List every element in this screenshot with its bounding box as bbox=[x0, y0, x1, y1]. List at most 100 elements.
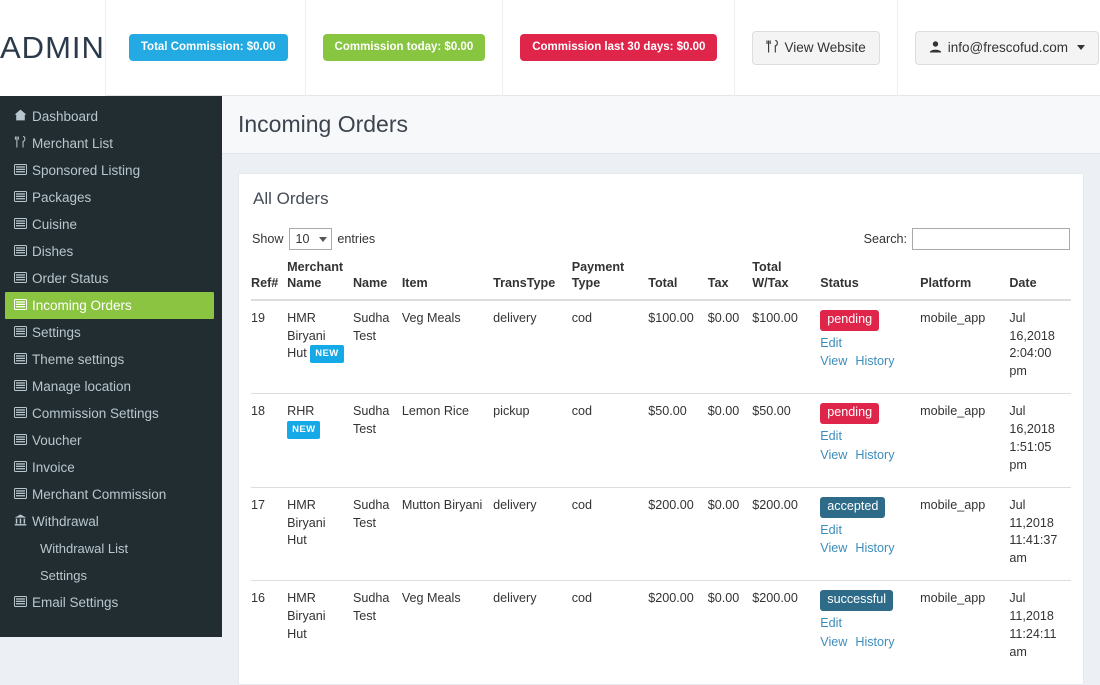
sidebar-item-voucher[interactable]: Voucher bbox=[0, 427, 222, 454]
merchant-name-text: HMR Biryani Hut bbox=[287, 591, 326, 641]
history-link[interactable]: History bbox=[855, 447, 894, 465]
sidebar-item-dishes[interactable]: Dishes bbox=[0, 238, 222, 265]
sidebar-item-invoice[interactable]: Invoice bbox=[0, 454, 222, 481]
column-header-status[interactable]: Status bbox=[820, 259, 921, 301]
edit-link[interactable]: Edit bbox=[820, 522, 842, 540]
sidebar-item-cuisine[interactable]: Cuisine bbox=[0, 211, 222, 238]
commission-today-badge: Commission today: $0.00 bbox=[322, 34, 486, 61]
cell-status: successful Edit View History bbox=[820, 580, 921, 674]
column-header-line2: Item bbox=[401, 276, 428, 291]
entries-per-page-select[interactable]: 10 bbox=[288, 228, 333, 250]
sidebar-item-label: Settings bbox=[40, 568, 87, 583]
cell-date: Jul 11,2018 11:41:37 am bbox=[1009, 486, 1071, 581]
view-history-row: View History bbox=[820, 447, 914, 465]
list-icon bbox=[14, 460, 32, 475]
sidebar-item-incoming-orders[interactable]: Incoming Orders bbox=[5, 292, 214, 319]
sidebar-item-packages[interactable]: Packages bbox=[0, 184, 222, 211]
sidebar-item-commission-settings[interactable]: Commission Settings bbox=[0, 400, 222, 427]
user-menu-button[interactable]: info@frescofud.com bbox=[914, 30, 1099, 65]
sidebar-item-withdrawal-list[interactable]: Withdrawal List bbox=[0, 535, 222, 562]
column-header-line1: Payment bbox=[571, 260, 625, 274]
cell-total: $100.00 bbox=[648, 310, 694, 325]
edit-link-wrap: Edit bbox=[820, 335, 914, 353]
sidebar-item-merchant-list[interactable]: Merchant List bbox=[0, 130, 222, 157]
cell-total-with-tax: $100.00 bbox=[752, 310, 798, 325]
sidebar-item-merchant-commission[interactable]: Merchant Commission bbox=[0, 481, 222, 508]
view-history-row: View History bbox=[820, 353, 914, 371]
show-entries-suffix: entries bbox=[337, 232, 376, 246]
column-header-line2: W/Tax bbox=[752, 276, 789, 291]
sidebar-item-label: Incoming Orders bbox=[32, 298, 132, 313]
column-header-transtype[interactable]: TransType bbox=[493, 259, 572, 301]
panel-title: All Orders bbox=[253, 189, 329, 208]
cell-date: Jul 16,2018 1:51:05 pm bbox=[1009, 393, 1071, 488]
view-link[interactable]: View bbox=[820, 447, 847, 465]
cell-tax: $0.00 bbox=[707, 393, 753, 488]
sidebar-item-label: Dashboard bbox=[32, 109, 99, 124]
view-website-cell: View Website bbox=[735, 0, 898, 96]
search-input[interactable] bbox=[912, 228, 1070, 250]
cell-item: Lemon Rice bbox=[401, 393, 494, 488]
view-website-button[interactable]: View Website bbox=[752, 30, 880, 65]
column-header-date[interactable]: Date bbox=[1009, 259, 1071, 301]
commission-last-30-days-badge: Commission last 30 days: $0.00 bbox=[520, 34, 718, 61]
edit-link[interactable]: Edit bbox=[820, 615, 842, 633]
column-header-name[interactable]: Name bbox=[352, 259, 402, 301]
column-header-merchant-name[interactable]: Merchant Name bbox=[287, 259, 353, 301]
list-icon bbox=[14, 352, 32, 367]
sidebar-item-sponsored-listing[interactable]: Sponsored Listing bbox=[0, 157, 222, 184]
page-title: Incoming Orders bbox=[238, 111, 409, 137]
column-header-total-w-tax[interactable]: Total W/Tax bbox=[752, 259, 821, 301]
sidebar-top-gap bbox=[0, 96, 222, 103]
main-content: Incoming Orders All Orders Show 10 entri… bbox=[222, 96, 1100, 685]
column-header-line1: Merchant bbox=[287, 260, 344, 274]
cell-tax: $0.00 bbox=[707, 580, 753, 674]
app-logo: ADMIN bbox=[0, 30, 105, 65]
sidebar-item-order-status[interactable]: Order Status bbox=[0, 265, 222, 292]
sidebar-item-email-settings[interactable]: Email Settings bbox=[0, 589, 222, 616]
cell-item: Veg Meals bbox=[401, 310, 461, 325]
sidebar-item-theme-settings[interactable]: Theme settings bbox=[0, 346, 222, 373]
cell-total: $200.00 bbox=[648, 486, 708, 581]
edit-link-wrap: Edit bbox=[820, 615, 914, 633]
column-header-line2: Platform bbox=[920, 276, 972, 291]
commission-30days-cell: Commission last 30 days: $0.00 bbox=[503, 0, 736, 96]
column-header-tax[interactable]: Tax bbox=[707, 259, 753, 301]
view-link[interactable]: View bbox=[820, 540, 847, 558]
chevron-down-icon bbox=[1077, 45, 1085, 50]
view-link[interactable]: View bbox=[820, 353, 847, 371]
cell-status: pending Edit View History bbox=[820, 300, 920, 394]
edit-link[interactable]: Edit bbox=[820, 428, 842, 446]
cell-payment-type: cod bbox=[571, 486, 649, 581]
logo-area[interactable]: ADMIN bbox=[0, 0, 106, 96]
cell-total-with-tax: $200.00 bbox=[752, 580, 821, 674]
status-badge: successful bbox=[820, 590, 894, 612]
edit-link[interactable]: Edit bbox=[820, 335, 842, 353]
history-link[interactable]: History bbox=[855, 540, 894, 558]
list-icon bbox=[14, 271, 32, 286]
table-row: 19 HMR Biryani Hut NEW Sudha Test Veg Meals… bbox=[251, 300, 1071, 394]
list-icon bbox=[14, 325, 32, 340]
cell-total-with-tax: $200.00 bbox=[752, 486, 821, 581]
row-action-links: Edit View History bbox=[820, 615, 914, 652]
history-link[interactable]: History bbox=[855, 353, 894, 371]
status-badge: pending bbox=[820, 309, 880, 331]
sidebar-item-label: Dishes bbox=[32, 244, 74, 259]
cell-tax: $0.00 bbox=[707, 486, 753, 581]
sidebar-item-withdrawal[interactable]: Withdrawal bbox=[0, 508, 222, 535]
row-action-links: Edit View History bbox=[820, 522, 914, 559]
column-header-payment-type[interactable]: Payment Type bbox=[571, 259, 649, 301]
list-icon bbox=[14, 406, 32, 421]
sidebar-item-settings[interactable]: Settings bbox=[0, 562, 222, 589]
merchant-name-text: HMR Biryani Hut bbox=[287, 497, 326, 548]
sidebar-item-dashboard[interactable]: Dashboard bbox=[0, 103, 222, 130]
list-icon bbox=[14, 190, 32, 205]
column-header-item[interactable]: Item bbox=[401, 259, 494, 301]
sidebar-item-settings[interactable]: Settings bbox=[0, 319, 222, 346]
status-badge: pending bbox=[820, 403, 880, 425]
orders-table: Ref# Merchant Name Name Item TransType Payment… bbox=[251, 259, 1071, 674]
column-header-platform[interactable]: Platform bbox=[920, 259, 1010, 301]
column-header-total[interactable]: Total bbox=[648, 259, 708, 301]
column-header-ref-[interactable]: Ref# bbox=[251, 259, 288, 301]
sidebar-item-manage-location[interactable]: Manage location bbox=[0, 373, 222, 400]
